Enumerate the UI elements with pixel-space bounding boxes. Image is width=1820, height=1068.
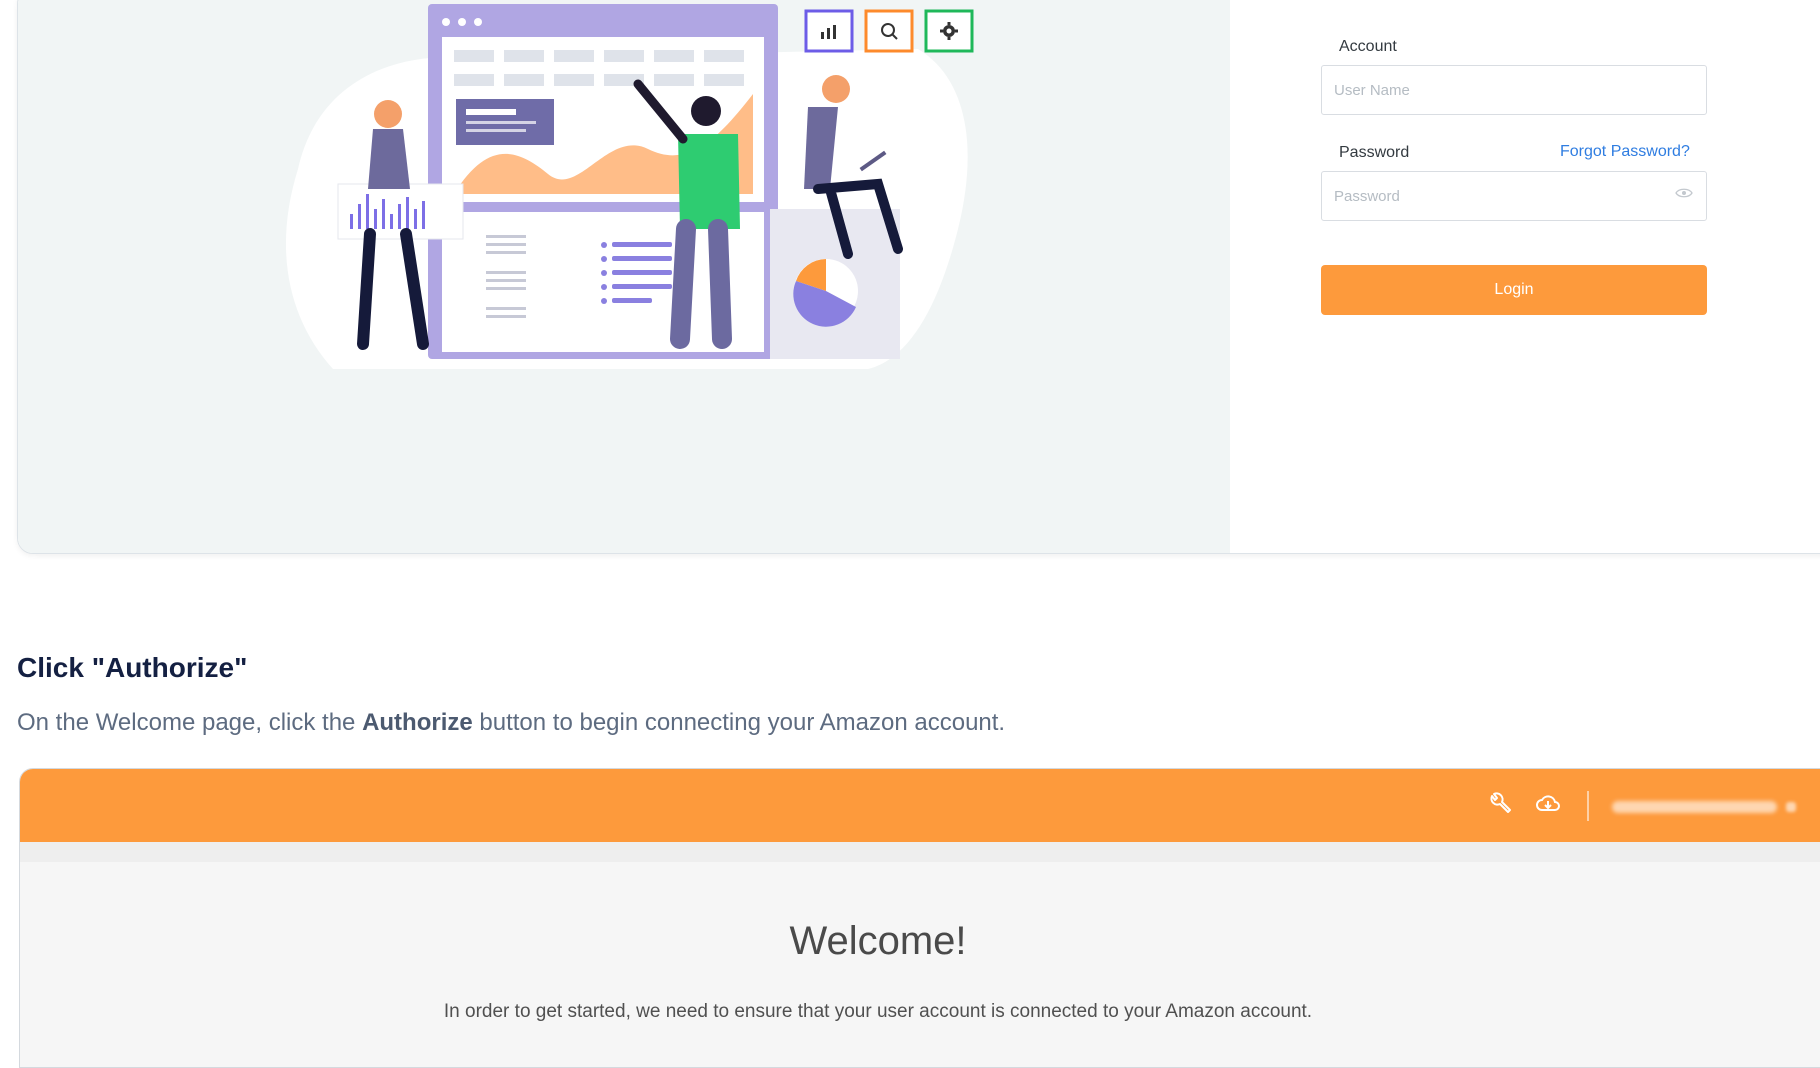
step-title: Click "Authorize" bbox=[17, 652, 248, 683]
search-icon bbox=[879, 21, 899, 41]
wrench-icon[interactable] bbox=[1487, 791, 1513, 817]
eye-icon[interactable] bbox=[1675, 186, 1693, 198]
step-desc-text-2: button to begin connecting your Amazon a… bbox=[472, 709, 1006, 736]
blurred-user-indicator bbox=[1786, 802, 1796, 812]
app-top-bar bbox=[20, 769, 1820, 842]
welcome-text: In order to get started, we need to ensu… bbox=[443, 1001, 1313, 1022]
forgot-password-link[interactable]: Forgot Password? bbox=[1560, 143, 1690, 161]
step-description: On the Welcome page, click the Authorize… bbox=[17, 709, 1005, 737]
password-label: Password bbox=[1339, 144, 1410, 161]
step-desc-text-1: On the Welcome page, click the bbox=[17, 709, 363, 736]
login-illustration-panel bbox=[18, 0, 1230, 553]
welcome-title: Welcome! bbox=[789, 919, 967, 963]
account-label: Account bbox=[1339, 38, 1397, 55]
cloud-download-icon[interactable] bbox=[1535, 791, 1561, 817]
blurred-user-name[interactable] bbox=[1612, 801, 1777, 813]
sub-header-bar bbox=[20, 842, 1820, 862]
step-desc-bold: Authorize bbox=[362, 709, 473, 736]
dashboard-illustration bbox=[285, 4, 974, 369]
username-input[interactable] bbox=[1321, 65, 1707, 115]
chart-icon bbox=[818, 22, 840, 40]
login-button[interactable]: Login bbox=[1321, 265, 1707, 315]
gear-icon bbox=[939, 21, 959, 41]
topbar-divider bbox=[1587, 791, 1589, 821]
password-input[interactable] bbox=[1321, 171, 1707, 221]
welcome-screenshot: Welcome! In order to get started, we nee… bbox=[19, 768, 1820, 1068]
